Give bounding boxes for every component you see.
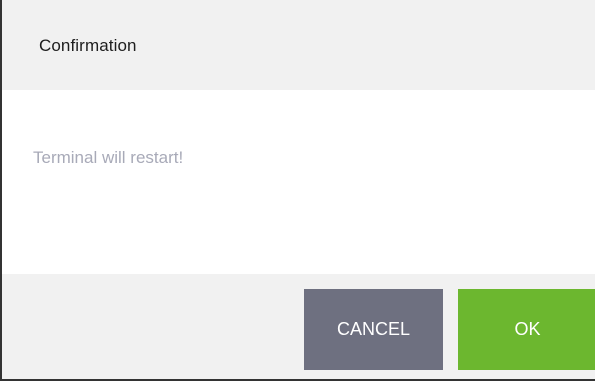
cancel-button[interactable]: CANCEL	[304, 289, 443, 370]
confirmation-dialog: Confirmation Terminal will restart! CANC…	[0, 0, 595, 381]
dialog-message: Terminal will restart!	[33, 148, 184, 167]
dialog-footer: CANCEL OK	[2, 274, 595, 379]
dialog-body: Terminal will restart!	[2, 90, 595, 274]
dialog-header: Confirmation	[2, 0, 595, 90]
dialog-title: Confirmation	[39, 36, 137, 55]
ok-button[interactable]: OK	[458, 289, 595, 370]
